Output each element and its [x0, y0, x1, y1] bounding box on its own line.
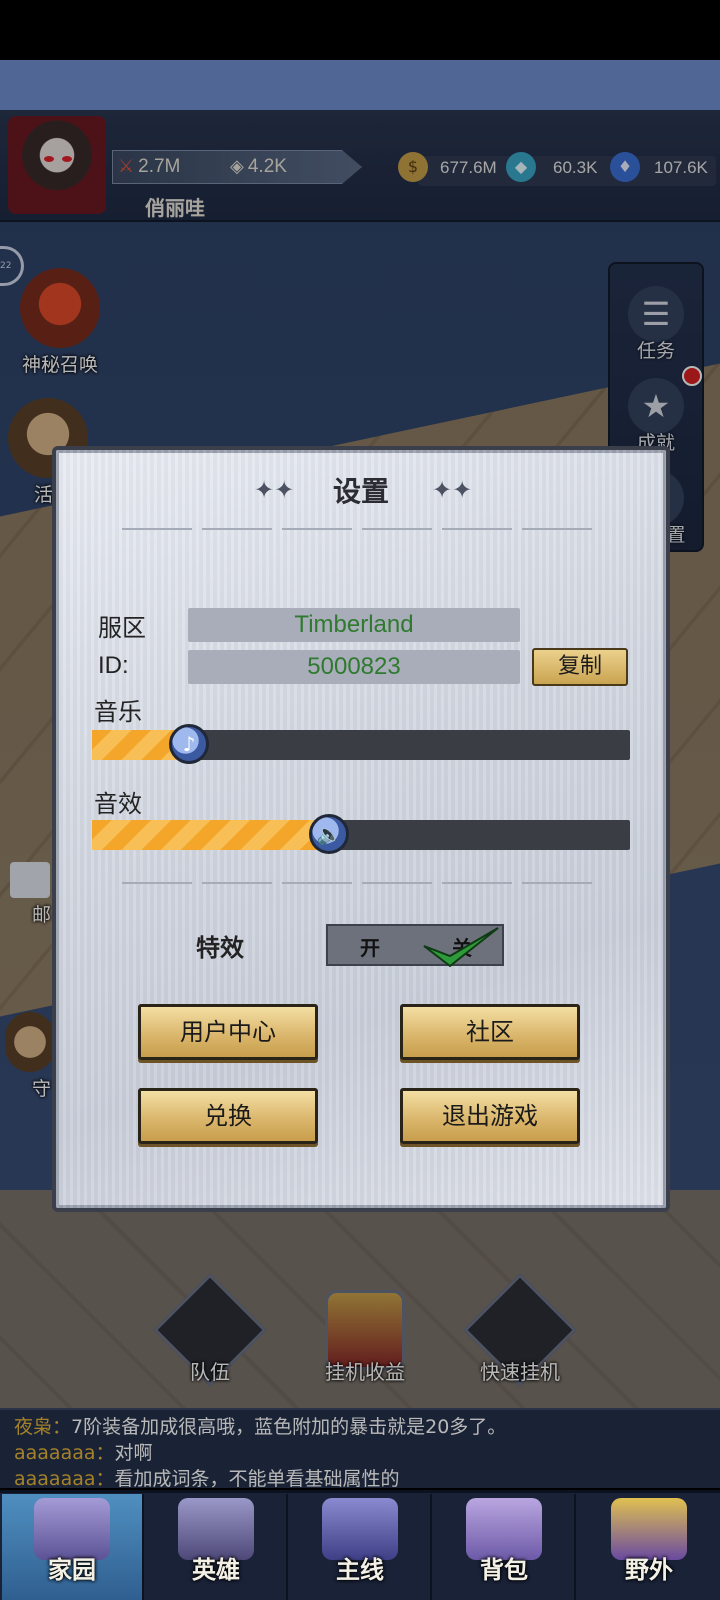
chat-message: aaaaaaa：对啊: [14, 1442, 153, 1464]
nav-bag[interactable]: 背包: [434, 1494, 576, 1600]
effects-label: 特效: [196, 934, 244, 962]
checkmark-icon: [423, 927, 499, 968]
server-label: 服区: [98, 614, 146, 642]
sfx-slider[interactable]: 🔈: [92, 814, 630, 854]
sky-band: [0, 60, 720, 110]
guard-character-icon: [5, 1012, 55, 1072]
team-button[interactable]: 队伍: [153, 1273, 267, 1387]
community-button[interactable]: 社区: [400, 1004, 580, 1060]
effects-toggle[interactable]: 开 关: [326, 924, 504, 968]
title-divider: [122, 528, 592, 530]
power-stat: ◈ 4.2K: [230, 156, 287, 177]
id-field: 5000823: [188, 650, 520, 684]
attack-stat: ⚔ 2.7M: [118, 156, 181, 177]
quick-idle-button[interactable]: 快速挂机: [460, 1273, 580, 1387]
sfx-slider-fill: [92, 820, 329, 850]
user-center-button[interactable]: 用户中心: [138, 1004, 318, 1060]
chat-message: 夜枭：7阶装备加成很高哦，蓝色附加的暴击就是20多了。: [14, 1416, 507, 1438]
section-divider: [122, 882, 592, 884]
music-label: 音乐: [94, 698, 142, 726]
idle-rewards-button[interactable]: 挂机收益: [305, 1290, 425, 1385]
settings-title-wrap: 设置: [52, 470, 670, 510]
gem-value: 60.3K: [553, 158, 598, 177]
nav-heroes[interactable]: 英雄: [146, 1494, 288, 1600]
speaker-icon[interactable]: 🔈: [309, 814, 349, 854]
achievement-button[interactable]: ★ 成就: [612, 378, 700, 455]
sparkle-right-icon: ✦✦: [432, 476, 473, 504]
settings-title: 设置: [332, 475, 389, 508]
mail-icon: [10, 862, 50, 898]
trophy-icon: ★: [628, 378, 684, 434]
nav-wild[interactable]: 野外: [578, 1494, 720, 1600]
task-list-icon: ☰: [628, 286, 684, 342]
status-bar: [0, 0, 720, 60]
chat-message: aaaaaaa：看加成词条，不能单看基础属性的: [14, 1468, 400, 1490]
gold-value: 677.6M: [440, 158, 497, 177]
music-note-icon[interactable]: ♪: [169, 724, 209, 764]
summon-character-icon: [20, 268, 100, 348]
diamond-icon: ◈: [230, 156, 244, 176]
player-avatar[interactable]: [8, 116, 106, 214]
nav-home[interactable]: 家园: [2, 1494, 144, 1600]
nav-main[interactable]: 主线: [290, 1494, 432, 1600]
toggle-on-label: 开: [360, 936, 380, 960]
music-slider[interactable]: ♪: [92, 724, 630, 764]
server-field: Timberland: [188, 608, 520, 642]
copy-button[interactable]: 复制: [532, 648, 628, 686]
redeem-button[interactable]: 兑换: [138, 1088, 318, 1144]
crystal-icon: ♦: [610, 152, 640, 182]
mail-button[interactable]: 邮: [0, 862, 60, 927]
guard-button[interactable]: 守: [0, 1012, 60, 1101]
task-button[interactable]: ☰ 任务: [612, 286, 700, 363]
exit-game-button[interactable]: 退出游戏: [400, 1088, 580, 1144]
sword-icon: ⚔: [118, 156, 135, 176]
notification-dot: [682, 366, 702, 386]
crystal-value: 107.6K: [654, 158, 708, 177]
gem-icon: ◆: [506, 152, 536, 182]
id-label: ID:: [98, 652, 129, 679]
gold-coin-icon: $: [398, 152, 428, 182]
player-name: 俏丽哇: [145, 196, 205, 220]
mystery-summon-button[interactable]: 神秘召唤: [0, 268, 120, 377]
sfx-label: 音效: [94, 790, 142, 818]
